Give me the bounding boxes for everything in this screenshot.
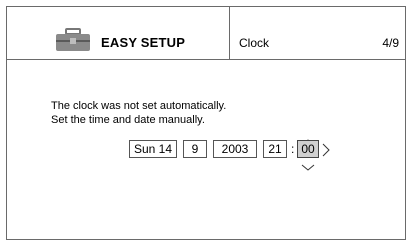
toolbox-icon: [55, 28, 91, 52]
step-counter: 4/9: [382, 36, 399, 50]
time-separator: :: [291, 142, 295, 156]
easy-setup-window: EASY SETUP Clock 4/9 The clock was not s…: [6, 6, 406, 240]
message-line: Set the time and date manually.: [51, 114, 205, 126]
header-bar: EASY SETUP Clock 4/9: [7, 7, 405, 60]
clock-setting-row: Sun 14 9 2003 21 : 00: [129, 137, 339, 171]
header-divider: [229, 7, 230, 60]
day-date-field[interactable]: Sun 14: [129, 140, 177, 158]
page-title: EASY SETUP: [101, 35, 186, 50]
instruction-message: The clock was not set automatically. Set…: [51, 99, 226, 127]
minute-field[interactable]: 00: [297, 140, 319, 158]
right-arrow-icon[interactable]: [322, 143, 330, 162]
year-field[interactable]: 2003: [213, 140, 257, 158]
section-name: Clock: [239, 36, 270, 50]
month-field[interactable]: 9: [183, 140, 207, 158]
hour-field[interactable]: 21: [263, 140, 287, 158]
message-line: The clock was not set automatically.: [51, 100, 227, 112]
down-arrow-icon[interactable]: [301, 158, 315, 176]
